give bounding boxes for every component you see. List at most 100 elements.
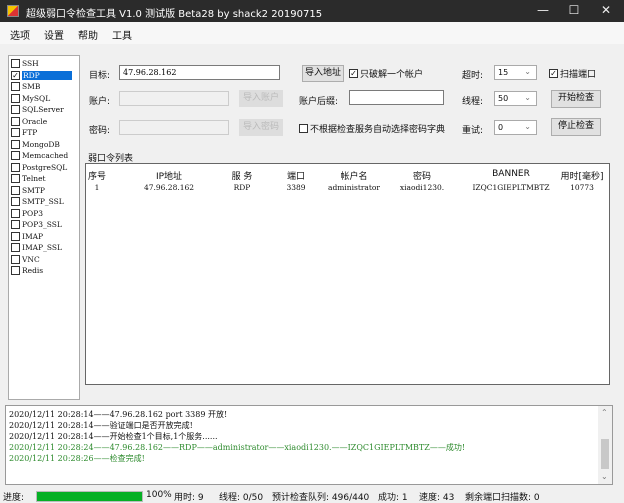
service-item-redis[interactable]: Redis [11,265,43,277]
only-one-account-checkbox[interactable]: ✓ 只破解一个帐户 [349,67,423,80]
checkbox-icon[interactable] [11,174,20,184]
close-icon[interactable]: ✕ [597,3,615,19]
menu-bar: 选项 设置 帮助 工具 [0,22,624,44]
service-item-pop3_ssl[interactable]: POP3_SSL [11,219,62,231]
log-line: 2020/12/11 20:28:14——开始检查1个目标,1个服务...... [9,432,218,441]
service-label: VNC [22,254,40,264]
service-item-postgresql[interactable]: PostgreSQL [11,162,67,174]
checkbox-icon[interactable] [11,185,20,195]
column-header[interactable]: 密码 [413,169,431,182]
service-item-telnet[interactable]: Telnet [11,173,46,185]
scroll-down-icon[interactable]: ⌄ [601,472,608,481]
target-input[interactable] [119,65,280,80]
log-panel[interactable]: ⌃ ⌄ 2020/12/11 20:28:14——47.96.28.162 po… [5,405,613,485]
checkbox-icon[interactable] [11,231,20,241]
chevron-down-icon: ⌄ [524,67,531,76]
import-account-button: 导入账户 [239,90,283,107]
column-header[interactable]: 用时[毫秒] [560,169,603,182]
service-label: IMAP [22,231,44,241]
menu-tools[interactable]: 工具 [112,27,132,42]
column-header[interactable]: 序号 [88,169,106,182]
column-header[interactable]: 服 务 [232,169,253,182]
checkbox-icon[interactable] [11,93,20,103]
column-header[interactable]: 帐户名 [340,169,367,182]
service-item-smb[interactable]: SMB [11,81,40,93]
checkbox-icon[interactable] [11,59,20,69]
service-item-mongodb[interactable]: MongoDB [11,139,60,151]
table-cell: 47.96.28.162 [143,183,195,192]
service-item-mysql[interactable]: MySQL [11,93,50,105]
checkbox-icon[interactable] [11,82,20,92]
success-status: 成功: 1 [378,493,408,503]
checkbox-icon[interactable] [11,220,20,230]
threads-select[interactable]: 50 ⌄ [494,91,537,106]
table-cell: IZQC1GIEPLTMBTZ [472,183,550,192]
checkbox-icon[interactable] [11,139,20,149]
table-cell: RDP [233,183,251,192]
service-label: PostgreSQL [22,162,68,172]
checkbox-icon[interactable] [11,151,20,161]
service-item-smtp_ssl[interactable]: SMTP_SSL [11,196,64,208]
import-address-button[interactable]: 导入地址 [302,65,344,82]
weak-password-table[interactable]: 序号 IP地址 服 务 端口 帐户名 密码 BANNER 用时[毫秒] 1 47.96.28.16… [85,163,610,385]
checkbox-icon[interactable] [11,254,20,264]
service-label: RDP [22,70,72,80]
log-scrollbar[interactable]: ⌃ ⌄ [598,406,612,484]
progress-text: 100% [146,490,172,500]
service-item-imap[interactable]: IMAP [11,231,43,243]
menu-options[interactable]: 选项 [10,27,30,42]
column-header[interactable]: BANNER [492,169,530,179]
service-label: SMB [22,82,41,92]
scan-port-checkbox[interactable]: ✓ 扫描端口 [549,67,596,80]
account-label: 账户: [89,97,111,107]
minimize-icon[interactable]: — [534,3,552,19]
checkbox-icon[interactable] [11,208,20,218]
checkbox-icon[interactable] [11,162,20,172]
checkbox-icon[interactable] [11,197,20,207]
service-item-ftp[interactable]: FTP [11,127,37,139]
service-label: FTP [22,128,38,138]
threads-label: 线程: [462,97,484,107]
retry-select[interactable]: 0 ⌄ [494,120,537,135]
suffix-label: 账户后缀: [299,97,339,107]
service-item-sqlserver[interactable]: SQLServer [11,104,64,116]
column-header[interactable]: 端口 [287,169,305,182]
service-list[interactable]: SSH ✓ RDP SMB MySQL SQLServer Oracle FTP MongoDB… [8,55,80,400]
menu-settings[interactable]: 设置 [44,27,64,42]
checkbox-icon[interactable] [11,243,20,253]
checkbox-icon[interactable]: ✓ [11,70,20,80]
suffix-input[interactable] [349,90,444,105]
remaining-status: 剩余端口扫描数: 0 [465,493,540,503]
checkbox-icon[interactable] [11,128,20,138]
service-item-rdp[interactable]: ✓ RDP [11,70,72,82]
elapsed: 用时: 9 [174,493,204,503]
service-label: Telnet [22,174,46,184]
table-cell: 3389 [286,183,306,192]
start-check-button[interactable]: 开始检查 [551,90,601,108]
checkbox-icon[interactable] [11,105,20,115]
service-item-imap_ssl[interactable]: IMAP_SSL [11,242,62,254]
checkbox-icon: ✓ [349,69,358,78]
checkbox-icon[interactable] [11,116,20,126]
column-header[interactable]: IP地址 [156,169,182,182]
checkbox-icon[interactable] [11,266,20,276]
service-label: MongoDB [22,139,60,149]
service-item-smtp[interactable]: SMTP [11,185,45,197]
timeout-select[interactable]: 15 ⌄ [494,65,537,80]
retry-label: 重试: [462,126,484,136]
stop-check-button[interactable]: 停止检查 [551,118,601,136]
maximize-icon[interactable]: ☐ [565,3,583,19]
service-label: SMTP_SSL [22,197,64,207]
service-item-ssh[interactable]: SSH [11,58,39,70]
log-line: 2020/12/11 20:28:26——检查完成! [9,454,145,463]
service-item-memcached[interactable]: Memcached [11,150,68,162]
service-label: Memcached [22,151,69,161]
scroll-up-icon[interactable]: ⌃ [601,408,608,417]
service-item-vnc[interactable]: VNC [11,254,40,266]
menu-help[interactable]: 帮助 [78,27,98,42]
password-label: 密码: [89,126,111,136]
scroll-thumb[interactable] [601,439,609,469]
service-item-oracle[interactable]: Oracle [11,116,47,128]
service-item-pop3[interactable]: POP3 [11,208,43,220]
no-auto-dict-checkbox[interactable]: 不根据检查服务自动选择密码字典 [299,122,445,135]
